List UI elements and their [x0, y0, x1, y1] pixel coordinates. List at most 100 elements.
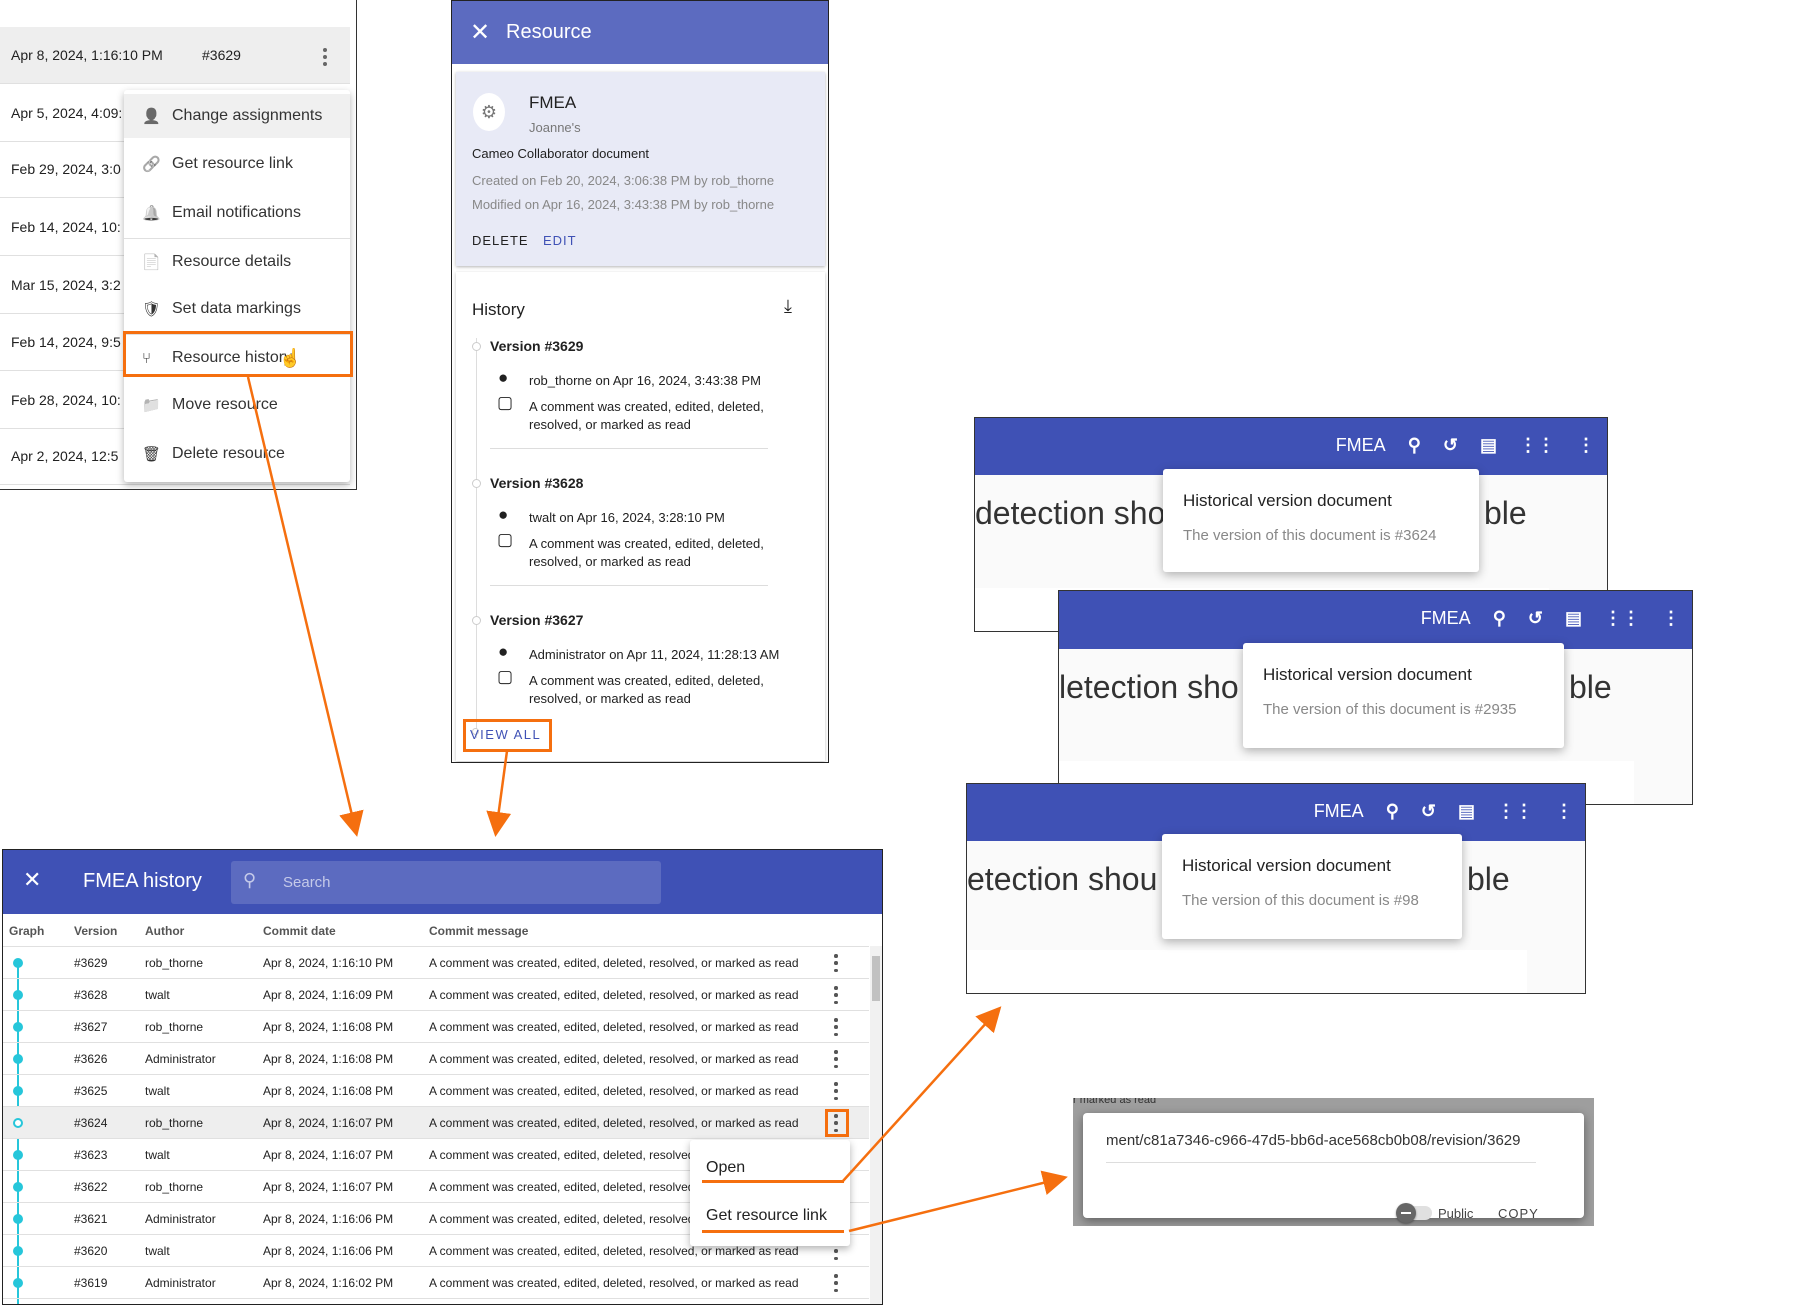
timeline-dot: [472, 342, 481, 351]
cell-message: A comment was created, edited, deleted, …: [429, 1244, 799, 1258]
comment-icon: ▢: [497, 393, 514, 412]
search-input[interactable]: Search: [283, 874, 331, 891]
row-menu-button[interactable]: [323, 48, 327, 66]
row-menu-icon[interactable]: [834, 1050, 838, 1068]
scrollbar[interactable]: [870, 946, 882, 1304]
row-date: Feb 29, 2024, 3:0: [11, 161, 121, 177]
menu-item-label: Change assignments: [172, 107, 323, 124]
version-author: Administrator on Apr 11, 2024, 11:28:13 …: [529, 647, 780, 662]
download-icon[interactable]: ⤓: [784, 296, 792, 317]
graph-node: [13, 1214, 23, 1224]
apps-icon[interactable]: ⋮⋮: [1604, 608, 1640, 629]
row-menu-icon[interactable]: [834, 1274, 838, 1292]
cell-message: A comment was created, edited, deleted, …: [429, 956, 799, 970]
cell-date: Apr 8, 2024, 1:16:07 PM: [263, 1180, 394, 1194]
comment-icon[interactable]: ▤: [1480, 435, 1497, 456]
menu-item-delete-resource[interactable]: 🗑 Delete resource: [124, 432, 350, 476]
col-version[interactable]: Version: [74, 924, 117, 938]
table-row[interactable]: #3619 Administrator Apr 8, 2024, 1:16:02 P…: [3, 1267, 869, 1299]
popup-version-text: The version of this document is #2935: [1263, 701, 1517, 718]
search-icon[interactable]: ⚲: [1408, 435, 1421, 456]
comment-icon: ▢: [497, 667, 514, 686]
comment-icon[interactable]: ▤: [1565, 608, 1582, 629]
cell-author: rob_thorne: [145, 1020, 204, 1034]
trash-icon: 🗑: [142, 446, 162, 463]
menu-open[interactable]: Open: [706, 1159, 745, 1177]
copy-button[interactable]: COPY: [1498, 1206, 1539, 1221]
resource-row[interactable]: Apr 8, 2024, 1:16:10 PM #3629: [0, 27, 350, 84]
col-graph: Graph: [9, 924, 45, 938]
timeline-dot: [472, 616, 481, 625]
menu-item-change-assignments[interactable]: 👤 Change assignments: [124, 94, 350, 138]
resource-type: Cameo Collaborator document: [472, 146, 650, 161]
app-bar: FMEA ⚲ ↺ ▤ ⋮⋮ ⋮: [975, 418, 1607, 475]
version-title[interactable]: Version #3627: [490, 612, 583, 628]
version-title[interactable]: Version #3628: [490, 475, 583, 491]
user-edit-icon: 👤: [142, 108, 161, 125]
col-commit-date[interactable]: Commit date: [263, 924, 336, 938]
delete-button[interactable]: DELETE: [472, 233, 529, 248]
created-info: Created on Feb 20, 2024, 3:06:38 PM by r…: [472, 173, 775, 188]
cell-version: #3627: [74, 1020, 108, 1034]
menu-item-label: Resource details: [172, 253, 292, 270]
cell-author: rob_thorne: [145, 956, 204, 970]
menu-item-get-resource-link[interactable]: 🔗 Get resource link: [124, 142, 350, 186]
document-text: etection shou: [967, 861, 1158, 897]
cell-date: Apr 8, 2024, 1:16:08 PM: [263, 1052, 394, 1066]
more-icon[interactable]: ⋮: [1662, 608, 1680, 629]
row-menu-icon[interactable]: [834, 954, 838, 972]
menu-item-email-notifications[interactable]: 🔔 Email notifications: [124, 191, 350, 235]
search-box[interactable]: ⚲ Search: [231, 861, 661, 904]
cell-author: rob_thorne: [145, 1116, 204, 1130]
close-icon[interactable]: ✕: [23, 867, 41, 893]
comment-icon[interactable]: ▤: [1458, 801, 1475, 822]
menu-get-resource-link[interactable]: Get resource link: [706, 1207, 827, 1225]
folder-move-icon: 📁: [142, 397, 161, 414]
edit-button[interactable]: EDIT: [543, 233, 577, 248]
history-icon[interactable]: ↺: [1421, 801, 1436, 822]
graph-node: [13, 1246, 23, 1256]
cell-date: Apr 8, 2024, 1:16:08 PM: [263, 1020, 394, 1034]
version-message-cont: resolved, or marked as read: [529, 691, 691, 706]
row-menu-icon[interactable]: [834, 1082, 838, 1100]
cell-author: Administrator: [145, 1052, 216, 1066]
history-icon[interactable]: ↺: [1443, 435, 1458, 456]
app-title: FMEA: [1335, 434, 1386, 455]
search-icon[interactable]: ⚲: [1493, 608, 1506, 629]
search-icon: ⚲: [243, 870, 257, 890]
graph-node: [13, 1086, 23, 1096]
cell-date: Apr 8, 2024, 1:16:07 PM: [263, 1116, 394, 1130]
more-icon[interactable]: ⋮: [1577, 435, 1595, 456]
menu-item-resource-details[interactable]: 📄 Resource details: [124, 240, 350, 284]
table-row[interactable]: #3627 rob_thorne Apr 8, 2024, 1:16:08 PM A …: [3, 1011, 869, 1043]
cell-date: Apr 8, 2024, 1:16:06 PM: [263, 1212, 394, 1226]
col-author[interactable]: Author: [145, 924, 184, 938]
row-menu-icon[interactable]: [834, 986, 838, 1004]
table-row[interactable]: #3628 twalt Apr 8, 2024, 1:16:09 PM A comme…: [3, 979, 869, 1011]
menu-item-move-resource[interactable]: 📁 Move resource: [124, 383, 350, 427]
search-icon[interactable]: ⚲: [1386, 801, 1399, 822]
close-icon[interactable]: ✕: [470, 18, 490, 47]
version-message: A comment was created, edited, deleted,: [529, 536, 764, 551]
public-toggle[interactable]: [1396, 1203, 1432, 1223]
menu-item-set-data-markings[interactable]: 🛡 Set data markings: [124, 287, 350, 331]
col-commit-message[interactable]: Commit message: [429, 924, 528, 938]
cell-author: Administrator: [145, 1276, 216, 1290]
cell-author: twalt: [145, 988, 170, 1002]
resource-link-field[interactable]: ment/c81a7346-c966-47d5-bb6d-ace568cb0b0…: [1106, 1132, 1520, 1149]
row-context-menu: Open Get resource link: [690, 1140, 850, 1246]
apps-icon[interactable]: ⋮⋮: [1519, 435, 1555, 456]
apps-icon[interactable]: ⋮⋮: [1497, 801, 1533, 822]
comment-icon: ▢: [497, 530, 514, 549]
table-row[interactable]: #3624 rob_thorne Apr 8, 2024, 1:16:07 PM A …: [3, 1107, 869, 1139]
version-title[interactable]: Version #3629: [490, 338, 583, 354]
more-icon[interactable]: ⋮: [1555, 801, 1573, 822]
row-menu-icon[interactable]: [834, 1018, 838, 1036]
history-title: History: [472, 300, 525, 319]
history-icon[interactable]: ↺: [1528, 608, 1543, 629]
table-row[interactable]: #3626 Administrator Apr 8, 2024, 1:16:08 P…: [3, 1043, 869, 1075]
cell-version: #3624: [74, 1116, 108, 1130]
table-row[interactable]: #3625 twalt Apr 8, 2024, 1:16:08 PM A comme…: [3, 1075, 869, 1107]
table-row[interactable]: #3629 rob_thorne Apr 8, 2024, 1:16:10 PM A …: [3, 947, 869, 979]
version-message-cont: resolved, or marked as read: [529, 554, 691, 569]
